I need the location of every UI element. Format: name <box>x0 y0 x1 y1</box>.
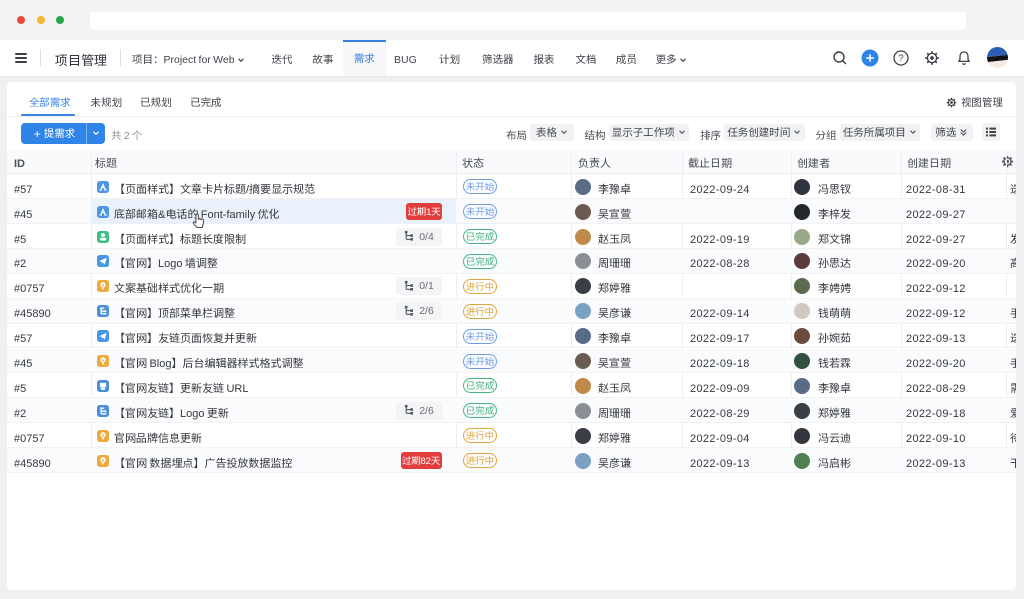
svg-text:?: ? <box>898 53 903 64</box>
